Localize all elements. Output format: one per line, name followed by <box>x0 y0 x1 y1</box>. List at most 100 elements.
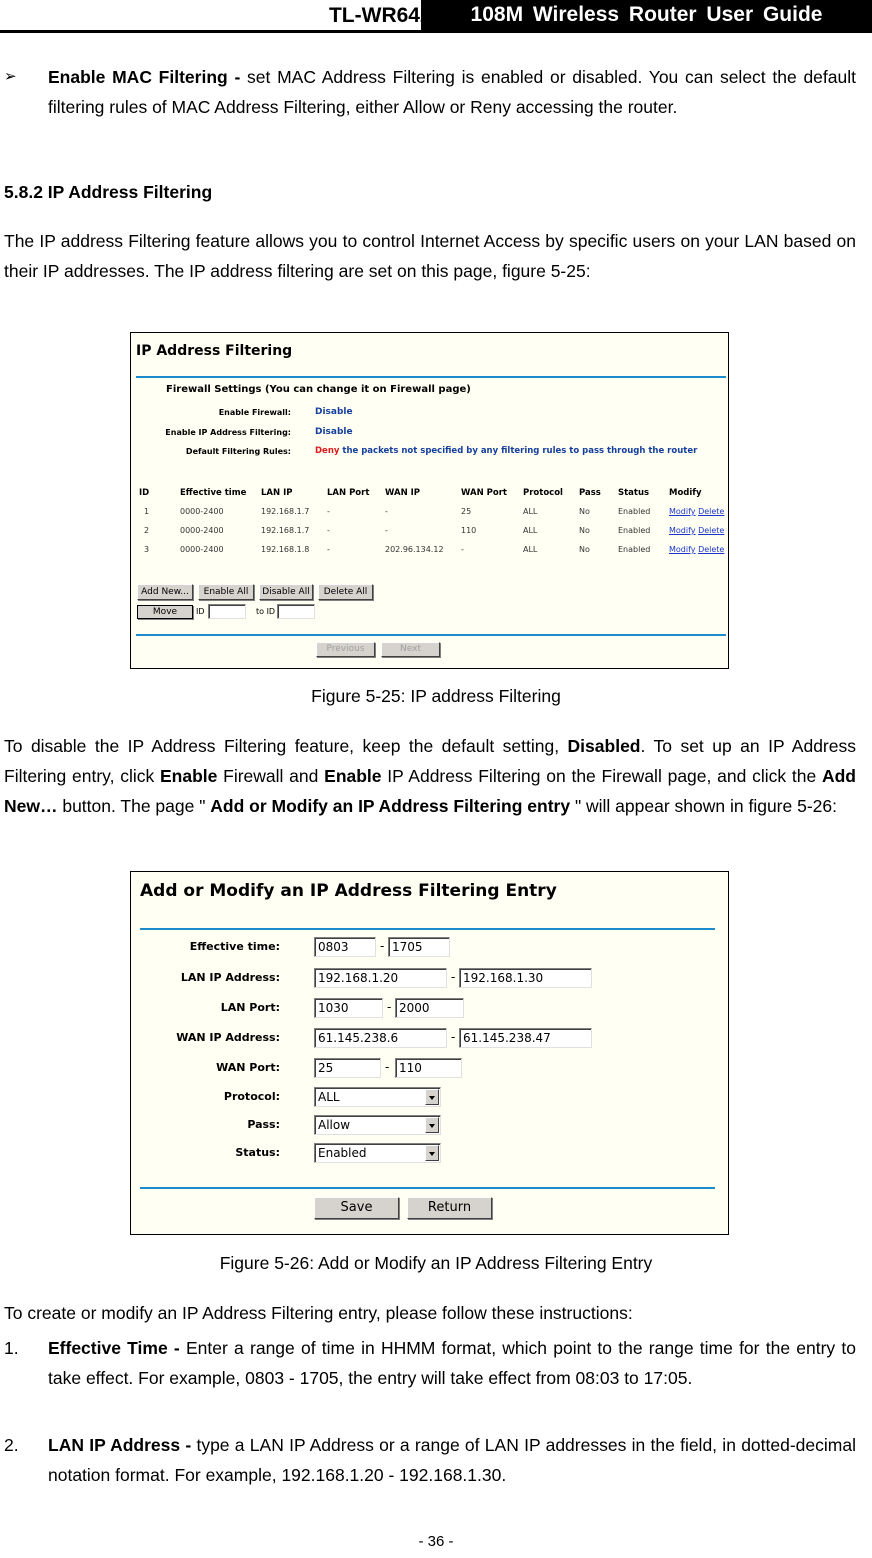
cell-protocol: ALL <box>523 545 538 554</box>
header-rule <box>0 30 872 33</box>
lan-ip-from-input[interactable] <box>314 968 447 988</box>
text: IP Address Filtering on the Firewall pag… <box>381 766 822 786</box>
move-button[interactable]: Move <box>137 605 193 619</box>
status-select[interactable]: Enabled <box>314 1143 441 1163</box>
chevron-down-icon[interactable] <box>425 1145 439 1161</box>
step-number: 2. <box>4 1435 19 1455</box>
cell-wan-port: 110 <box>461 526 477 535</box>
range-separator: - <box>385 1060 390 1074</box>
intro-paragraph: The IP address Filtering feature allows … <box>4 231 856 281</box>
wan-ip-to-input[interactable] <box>459 1028 592 1048</box>
cell-protocol: ALL <box>523 526 538 535</box>
cell-wan-port: - <box>461 545 464 554</box>
status-value: Enabled <box>318 1146 367 1160</box>
disable-instructions-paragraph: To disable the IP Address Filtering feat… <box>4 731 856 821</box>
cell-time: 0000-2400 <box>180 526 224 535</box>
effective-time-to-input[interactable] <box>388 937 450 957</box>
chevron-down-icon[interactable] <box>425 1117 439 1133</box>
range-separator: - <box>380 939 385 953</box>
protocol-select[interactable]: ALL <box>314 1087 441 1107</box>
range-separator: - <box>387 1000 392 1014</box>
text: Firewall and <box>217 766 325 786</box>
figure1-caption: Figure 5-25: IP address Filtering <box>311 686 561 706</box>
cell-wan-ip: 202.96.134.12 <box>385 545 444 554</box>
lan-port-label: LAN Port: <box>220 1001 280 1014</box>
add-new-button[interactable]: Add New... <box>137 584 193 600</box>
chevron-down-icon[interactable] <box>425 1089 439 1105</box>
modify-link[interactable]: Modify <box>669 507 696 516</box>
col-effective-time: Effective time <box>180 488 247 498</box>
cell-id: 2 <box>144 526 150 535</box>
text: " will appear shown in figure 5-26: <box>570 796 837 816</box>
pass-value: Allow <box>318 1118 351 1132</box>
firewall-settings-heading: Firewall Settings (You can change it on … <box>166 384 471 395</box>
cell-lan-port: - <box>327 526 330 535</box>
modify-link[interactable]: Modify <box>669 526 696 535</box>
to-id-label: to ID <box>256 607 276 616</box>
wan-port-from-input[interactable] <box>314 1058 381 1078</box>
cell-id: 1 <box>144 507 150 516</box>
effective-time-from-input[interactable] <box>314 937 376 957</box>
cell-time: 0000-2400 <box>180 507 224 516</box>
mac-filtering-bullet: Enable MAC Filtering - set MAC Address F… <box>48 62 856 122</box>
cell-wan-port: 25 <box>461 507 472 516</box>
cell-id: 3 <box>144 545 150 554</box>
divider <box>136 376 726 378</box>
cell-pass: No <box>579 526 590 535</box>
delete-all-button[interactable]: Delete All <box>318 584 373 600</box>
cell-time: 0000-2400 <box>180 545 224 554</box>
previous-button[interactable]: Previous <box>316 642 375 657</box>
range-separator: - <box>451 1030 456 1044</box>
effective-time-label: Effective time: <box>189 940 280 953</box>
section-heading: 5.8.2 IP Address Filtering <box>4 182 213 202</box>
move-to-id-input[interactable] <box>277 604 315 619</box>
mac-bullet-bold: Enable MAC Filtering - <box>48 67 241 87</box>
figure-add-modify-entry: Add or Modify an IP Address Filtering En… <box>130 871 729 1235</box>
figure2-caption: Figure 5-26: Add or Modify an IP Address… <box>219 1253 653 1273</box>
instructions-intro: To create or modify an IP Address Filter… <box>4 1303 633 1323</box>
deny-text: Deny <box>315 446 340 456</box>
cell-lan-port: - <box>327 545 330 554</box>
pass-select[interactable]: Allow <box>314 1115 441 1135</box>
modify-link[interactable]: Modify <box>669 545 696 554</box>
wan-ip-from-input[interactable] <box>314 1028 447 1048</box>
next-button[interactable]: Next <box>381 642 440 657</box>
lan-ip-to-input[interactable] <box>459 968 592 988</box>
col-protocol: Protocol <box>523 488 563 498</box>
status-label: Status: <box>235 1146 280 1159</box>
wan-port-to-input[interactable] <box>395 1058 462 1078</box>
lan-port-from-input[interactable] <box>314 998 383 1018</box>
default-rules-text: the packets not specified by any filteri… <box>339 446 698 456</box>
figure-ip-address-filtering: IP Address Filtering Firewall Settings (… <box>130 332 729 669</box>
return-button[interactable]: Return <box>407 1197 492 1219</box>
cell-pass: No <box>579 545 590 554</box>
cell-lan-ip: 192.168.1.7 <box>261 507 310 516</box>
divider <box>140 928 715 930</box>
text: To disable the IP Address Filtering feat… <box>4 736 568 756</box>
cell-lan-ip: 192.168.1.8 <box>261 545 310 554</box>
delete-link[interactable]: Delete <box>698 545 724 554</box>
save-button[interactable]: Save <box>314 1197 399 1219</box>
figure2-title: Add or Modify an IP Address Filtering En… <box>140 881 557 901</box>
delete-link[interactable]: Delete <box>698 526 724 535</box>
bold-text: Enable <box>160 766 218 786</box>
enable-ip-filtering-label: Enable IP Address Filtering: <box>165 428 291 437</box>
col-lan-ip: LAN IP <box>261 488 293 498</box>
disable-all-button[interactable]: Disable All <box>259 584 313 600</box>
lan-port-to-input[interactable] <box>395 998 464 1018</box>
bold-text: Disabled <box>567 736 641 756</box>
default-rules-label: Default Filtering Rules: <box>185 447 291 456</box>
move-from-id-input[interactable] <box>208 604 246 619</box>
enable-ip-filtering-value: Disable <box>315 427 353 437</box>
cell-status: Enabled <box>618 545 651 554</box>
page-number: - 36 - <box>418 1533 454 1550</box>
figure1-title: IP Address Filtering <box>136 343 293 359</box>
divider <box>136 634 726 636</box>
col-modify: Modify <box>669 488 702 498</box>
delete-link[interactable]: Delete <box>698 507 724 516</box>
enable-all-button[interactable]: Enable All <box>198 584 254 600</box>
protocol-label: Protocol: <box>223 1090 280 1103</box>
col-pass: Pass <box>579 488 601 498</box>
step-lan-ip: LAN IP Address - type a LAN IP Address o… <box>48 1430 856 1490</box>
col-status: Status <box>618 488 650 498</box>
